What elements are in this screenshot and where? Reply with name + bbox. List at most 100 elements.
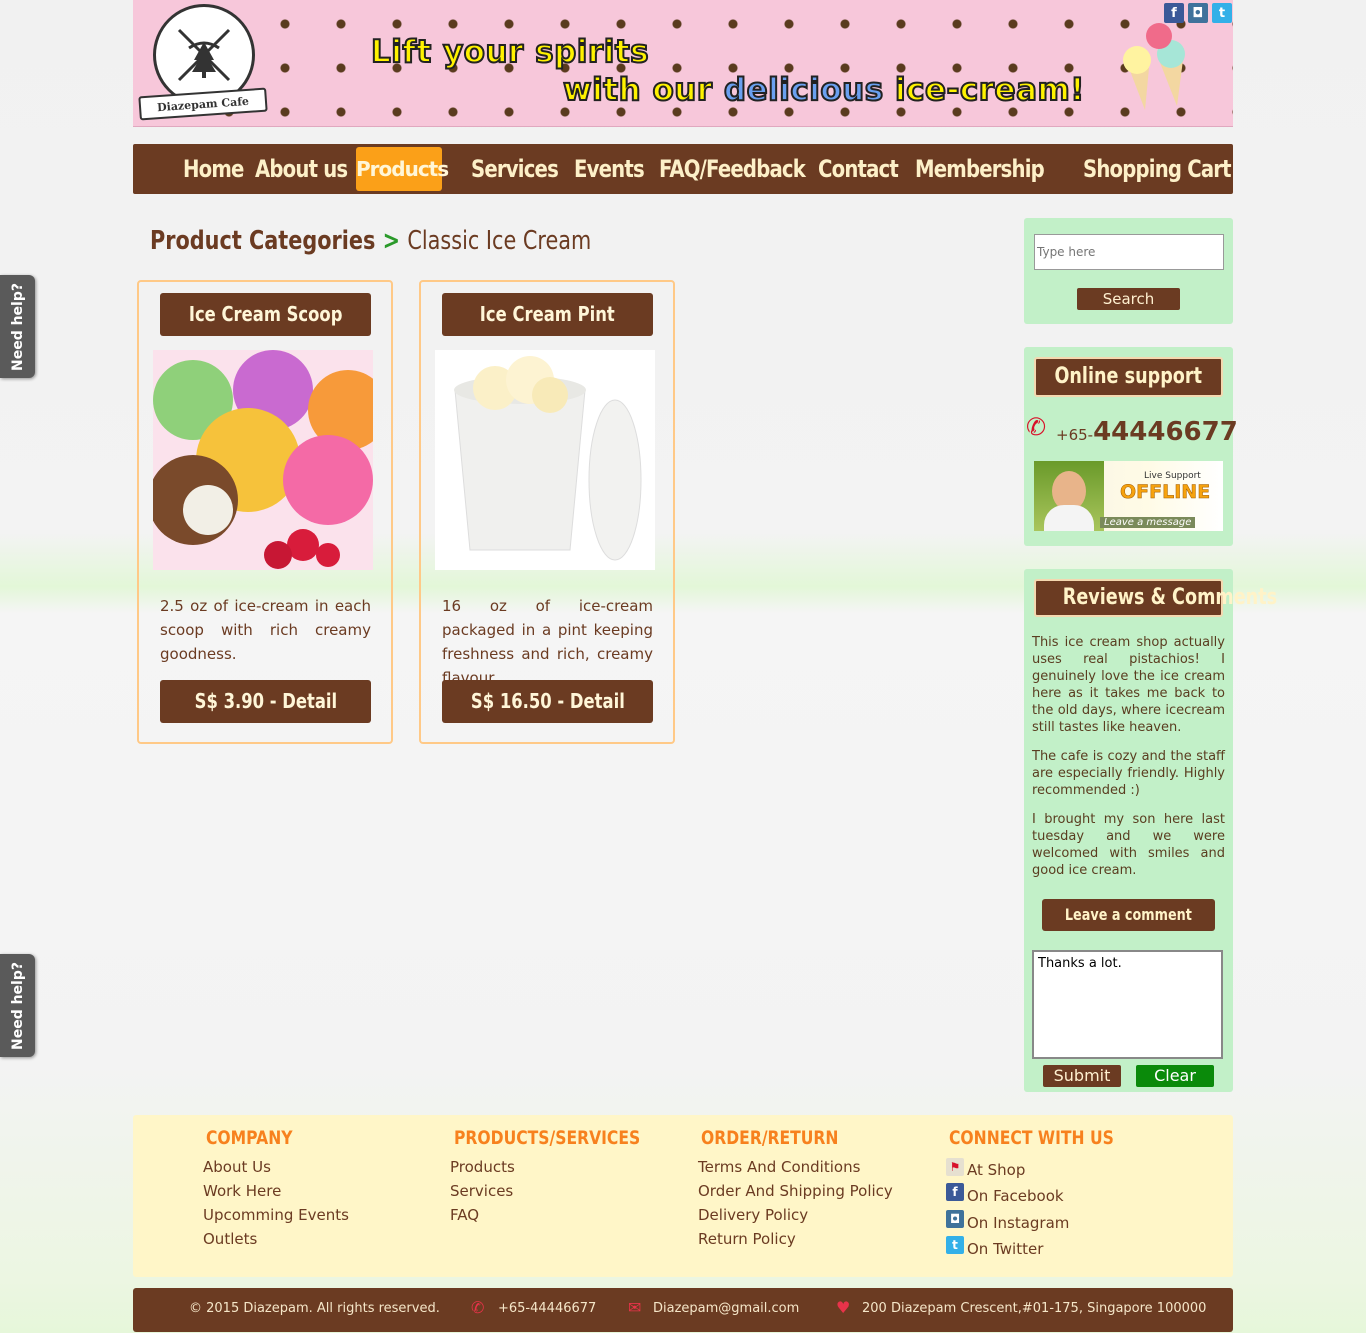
nav-faq-feedback[interactable]: FAQ/Feedback [659,147,806,191]
support-agent-image [1034,461,1104,531]
search-input[interactable] [1034,234,1224,270]
leave-message-label: Leave a message [1100,517,1196,528]
online-support-title: Online support [1054,364,1203,389]
main-nav: Home About us Products Services Events F… [133,144,1233,194]
product-detail-button[interactable]: S$ 16.50 - Detail [442,680,653,723]
product-price-text: S$ 3.90 - Detail [194,689,337,713]
reviews-heading: Reviews & Comments [1034,579,1277,617]
product-card: Ice Cream Pint 16 oz of ice-cream packag… [419,280,675,744]
bottom-bar: © 2015 Diazepam. All rights reserved. ✆ … [133,1288,1233,1332]
phone-icon: ✆ [1026,413,1047,441]
footer-heading-connect: CONNECT WITH US [949,1127,1114,1149]
footer-link-shipping-policy[interactable]: Order And Shipping Policy [698,1182,893,1200]
reviews-title: Reviews & Comments [1062,585,1278,610]
search-button[interactable]: Search [1077,288,1180,310]
footer-link-return-policy[interactable]: Return Policy [698,1230,796,1248]
footer-link-at-shop[interactable]: At Shop [967,1161,1025,1179]
support-phone-prefix: +65- [1056,426,1094,444]
search-box: Search [1024,218,1233,324]
footer-link-work-here[interactable]: Work Here [203,1182,281,1200]
live-support-label: Live Support [1144,471,1201,481]
online-support-box: Online support ✆ +65-44446677 Live Suppo… [1024,347,1238,546]
ice-cream-cones-icon [1123,23,1185,110]
tagline-part-2: delicious [723,71,884,109]
review-list: This ice cream shop actually uses real p… [1032,634,1225,891]
footer-link-facebook[interactable]: On Facebook [967,1187,1064,1205]
tagline-line-1: Lift your spirits [370,33,650,71]
product-title-text: Ice Cream Pint [480,302,615,326]
bottom-email[interactable]: Diazepam@gmail.com [653,1301,799,1316]
footer-heading-order-return: ORDER/RETURN [701,1127,839,1149]
footer-link-upcoming-events[interactable]: Upcomming Events [203,1206,349,1224]
tagline-part-3: ice-cream! [894,71,1085,109]
footer-heading-products-services: PRODUCTS/SERVICES [454,1127,641,1149]
nav-events[interactable]: Events [574,147,645,191]
review-item: This ice cream shop actually uses real p… [1032,635,1225,735]
nav-membership[interactable]: Membership [915,147,1045,191]
footer-link-about-us[interactable]: About Us [203,1158,271,1176]
need-help-label: Need help? [9,961,26,1050]
product-description: 2.5 oz of ice-cream in each scoop with r… [160,597,371,663]
bottom-phone[interactable]: +65-44446677 [498,1301,596,1316]
instagram-icon: ◘ [946,1210,964,1228]
product-detail-button[interactable]: S$ 3.90 - Detail [160,680,371,723]
support-phone-number: 44446677 [1093,417,1238,447]
clear-button[interactable]: Clear [1136,1065,1214,1087]
nav-home[interactable]: Home [183,147,244,191]
copyright-text: © 2015 Diazepam. All rights reserved. [189,1301,440,1316]
product-title[interactable]: Ice Cream Scoop [160,293,371,336]
product-price-text: S$ 16.50 - Detail [470,689,625,713]
ice-cream-scoops-image [153,350,373,570]
product-title-text: Ice Cream Scoop [188,302,343,326]
nav-contact[interactable]: Contact [818,147,899,191]
nav-about-us[interactable]: About us [255,147,348,191]
footer-link-terms[interactable]: Terms And Conditions [698,1158,860,1176]
tagline-line-2: with our delicious ice-cream! [562,71,1085,109]
footer-link-faq[interactable]: FAQ [450,1206,479,1224]
footer-link-twitter[interactable]: On Twitter [967,1240,1043,1258]
footer-link-outlets[interactable]: Outlets [203,1230,257,1248]
comment-textarea[interactable]: Thanks a lot. [1032,950,1223,1059]
facebook-icon[interactable]: f [1164,3,1184,23]
live-support-offline-banner[interactable]: Live Support OFFLINE Leave a message [1034,461,1223,531]
twitter-icon[interactable]: t [1212,3,1232,23]
instagram-icon[interactable]: ◘ [1188,3,1208,23]
need-help-tab[interactable]: Need help? [0,275,35,378]
facebook-icon: f [946,1183,964,1201]
footer-link-services[interactable]: Services [450,1182,513,1200]
footer-link-instagram[interactable]: On Instagram [967,1214,1069,1232]
submit-button[interactable]: Submit [1043,1065,1121,1087]
nav-products[interactable]: Products [356,147,449,191]
review-item: I brought my son here last tuesday and w… [1032,812,1225,878]
location-icon: ♥ [836,1298,851,1317]
bottom-address: 200 Diazepam Crescent,#01-175, Singapore… [862,1301,1207,1316]
nav-services[interactable]: Services [471,147,559,191]
breadcrumb-current: Classic Ice Cream [407,226,592,256]
logo-emblem-icon [177,28,231,82]
logo-text: Diazepam Cafe [138,87,268,121]
footer-heading-company: COMPANY [206,1127,293,1149]
map-pin-icon: ⚑ [946,1158,964,1176]
footer-link-delivery-policy[interactable]: Delivery Policy [698,1206,808,1224]
leave-comment-label: Leave a comment [1064,905,1193,924]
breadcrumb: Product Categories > Classic Ice Cream [150,226,591,256]
reviews-box: Reviews & Comments This ice cream shop a… [1024,569,1277,1092]
support-phone[interactable]: +65-44446677 [1056,417,1238,447]
site-footer: COMPANY About Us Work Here Upcomming Eve… [133,1115,1233,1277]
ice-cream-pint-image [435,350,655,570]
tagline-part-1: with our [562,71,713,109]
product-description: 16 oz of ice-cream packaged in a pint ke… [442,597,653,687]
offline-status: OFFLINE [1120,481,1211,504]
footer-link-products[interactable]: Products [450,1158,515,1176]
review-item: The cafe is cozy and the staff are espec… [1032,749,1225,798]
mail-icon: ✉ [628,1298,642,1317]
need-help-tab[interactable]: Need help? [0,954,35,1057]
twitter-icon: t [946,1236,964,1254]
leave-comment-button[interactable]: Leave a comment [1042,899,1215,931]
product-card: Ice Cream Scoop 2.5 oz of ice-cream in e… [137,280,393,744]
breadcrumb-root[interactable]: Product Categories [150,226,375,256]
nav-shopping-cart[interactable]: Shopping Cart [1083,147,1232,191]
product-title[interactable]: Ice Cream Pint [442,293,653,336]
product-image-ice-cream-pint[interactable] [435,350,655,570]
product-image-ice-cream-scoop[interactable] [153,350,373,570]
